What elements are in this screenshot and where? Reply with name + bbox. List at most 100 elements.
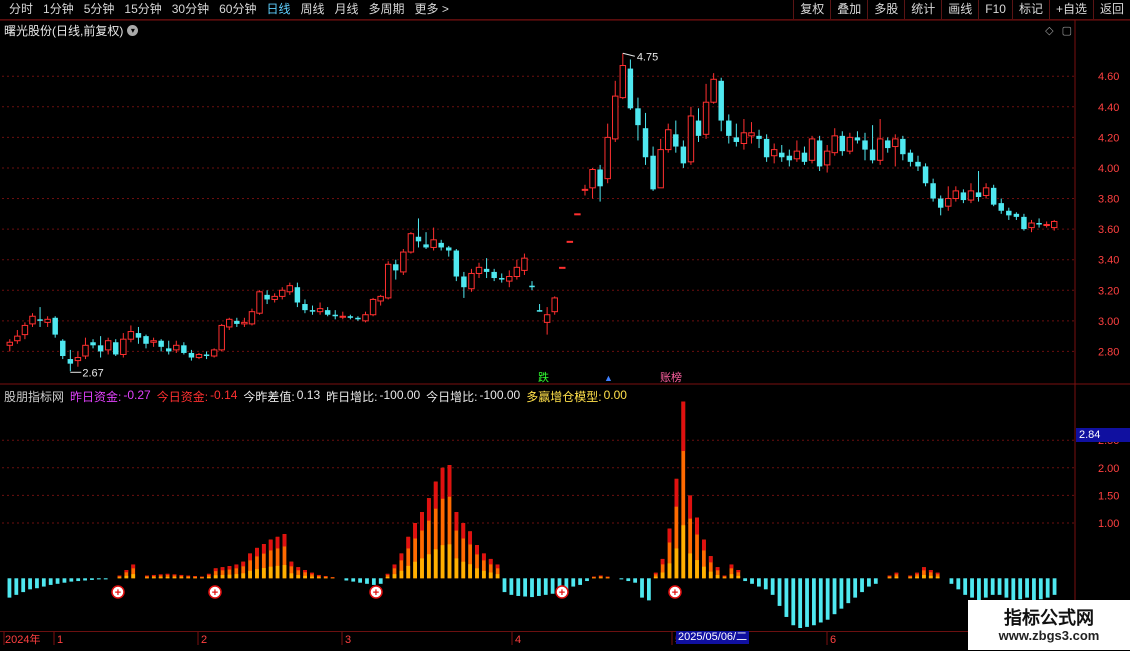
- indicator-bar-negative: [28, 578, 32, 589]
- indicator-bar-top: [654, 573, 658, 575]
- candle-body: [718, 81, 723, 121]
- indicator-bar-base: [448, 544, 452, 578]
- toolbar-button-2[interactable]: 多股: [867, 0, 904, 19]
- indicator-bar-negative: [956, 578, 960, 589]
- candle-body: [703, 102, 708, 134]
- candle-body: [196, 354, 201, 357]
- indicator-bar-base: [908, 577, 912, 578]
- indicator-bar-negative: [537, 578, 541, 596]
- indicator-bar-top: [730, 564, 734, 568]
- period-tab-3[interactable]: 15分钟: [119, 2, 166, 17]
- candle-body: [408, 234, 413, 252]
- today-funds-value: -0.14: [210, 388, 237, 405]
- diamond-icon[interactable]: ◇: [1045, 24, 1053, 37]
- indicator-bar-positive: [461, 523, 465, 578]
- candle-body: [1014, 214, 1019, 217]
- indicator-bar-positive: [248, 553, 252, 578]
- toolbar-button-0[interactable]: 复权: [793, 0, 830, 19]
- indicator-bar-negative: [558, 578, 562, 592]
- candle-body: [597, 169, 602, 186]
- indicator-bar-positive: [606, 577, 610, 579]
- period-tab-8[interactable]: 月线: [330, 2, 364, 17]
- candle-body: [1051, 221, 1056, 227]
- indicator-bar-positive: [386, 574, 390, 578]
- indicator-bar-negative: [819, 578, 823, 622]
- indicator-bar-positive: [276, 537, 280, 578]
- period-tab-6[interactable]: 日线: [261, 2, 295, 17]
- dropdown-icon[interactable]: ▾: [127, 25, 138, 36]
- candle-body: [522, 258, 527, 270]
- indicator-bar-base: [420, 558, 424, 578]
- indicator-bar-top: [324, 576, 328, 577]
- candle-body: [30, 316, 35, 324]
- time-axis: [0, 631, 1130, 651]
- candle-body: [174, 345, 179, 350]
- candle-body: [204, 354, 209, 356]
- indicator-bar-base: [152, 577, 156, 578]
- price-axis-label: 4.20: [1098, 132, 1119, 144]
- indicator-bar-positive: [186, 576, 190, 579]
- period-tab-10[interactable]: 更多 >: [410, 2, 454, 17]
- indicator-bar-negative: [812, 578, 816, 625]
- candlestick-chart: [7, 53, 1057, 371]
- toolbar-button-5[interactable]: F10: [978, 0, 1012, 19]
- indicator-bar-top: [399, 553, 403, 560]
- chart-canvas[interactable]: +++++ 4.604.404.204.003.803.603.403.203.…: [0, 0, 1130, 650]
- indicator-bar-negative: [846, 578, 850, 603]
- candle-body: [15, 336, 20, 341]
- buy-signal-icon: [112, 586, 124, 598]
- chart-tools: ◇ ▢: [1045, 24, 1072, 37]
- axis-labels: 4.604.404.204.003.803.603.403.203.002.80…: [4, 51, 1119, 646]
- candle-body: [862, 140, 867, 149]
- period-tab-4[interactable]: 30分钟: [167, 2, 214, 17]
- indicator-bar-negative: [35, 578, 39, 588]
- indicator-bar-positive: [654, 573, 658, 579]
- indicator-bar-positive: [592, 577, 596, 579]
- candle-body: [476, 267, 481, 273]
- candle-body: [961, 192, 966, 200]
- indicator-bar-positive: [331, 577, 335, 578]
- candle-body: [264, 295, 269, 300]
- indicator-bar-top: [214, 568, 218, 571]
- period-tab-0[interactable]: 分时: [4, 2, 38, 17]
- indicator-bar-positive: [681, 402, 685, 579]
- candle-body: [529, 286, 534, 288]
- period-tab-5[interactable]: 60分钟: [214, 2, 261, 17]
- period-tab-2[interactable]: 5分钟: [79, 2, 120, 17]
- indicator-bar-positive: [241, 562, 245, 579]
- diff-value: 0.13: [297, 388, 320, 405]
- toolbar-button-4[interactable]: 画线: [941, 0, 978, 19]
- indicator-bar-base: [716, 575, 720, 578]
- stock-title[interactable]: 曙光股份(日线,前复权): [4, 22, 123, 39]
- toolbar-button-1[interactable]: 叠加: [830, 0, 867, 19]
- indicator-bar-positive: [399, 553, 403, 578]
- indicator-bar-positive: [131, 564, 135, 578]
- indicator-bar-top: [661, 559, 665, 564]
- toolbar-button-3[interactable]: 统计: [904, 0, 941, 19]
- indicator-bar-base: [296, 575, 300, 578]
- indicator-bar-negative: [860, 578, 864, 592]
- indicator-bar-positive: [475, 545, 479, 578]
- indicator-bar-base: [888, 577, 892, 578]
- candle-body: [446, 247, 451, 250]
- indicator-bar-base: [496, 574, 500, 578]
- price-axis-label: 3.20: [1098, 285, 1119, 297]
- indicator-name[interactable]: 股朋指标网: [4, 388, 64, 405]
- candle-body: [817, 140, 822, 166]
- buy-signal-icon: [669, 586, 681, 598]
- window-icon[interactable]: ▢: [1062, 24, 1072, 37]
- toolbar-button-8[interactable]: 返回: [1093, 0, 1130, 19]
- toolbar-button-7[interactable]: +自选: [1049, 0, 1093, 19]
- indicator-bar-top: [668, 529, 672, 543]
- indicator-bar-positive: [317, 575, 321, 578]
- candle-body: [219, 325, 224, 349]
- period-tab-7[interactable]: 周线: [295, 2, 329, 17]
- indicator-bar-negative: [97, 578, 101, 579]
- candle-body: [840, 136, 845, 151]
- indicator-bar-top: [296, 567, 300, 570]
- candle-body: [711, 79, 716, 102]
- period-tab-1[interactable]: 1分钟: [38, 2, 79, 17]
- period-tab-9[interactable]: 多周期: [364, 2, 410, 17]
- indicator-bar-negative: [42, 578, 46, 586]
- toolbar-button-6[interactable]: 标记: [1012, 0, 1049, 19]
